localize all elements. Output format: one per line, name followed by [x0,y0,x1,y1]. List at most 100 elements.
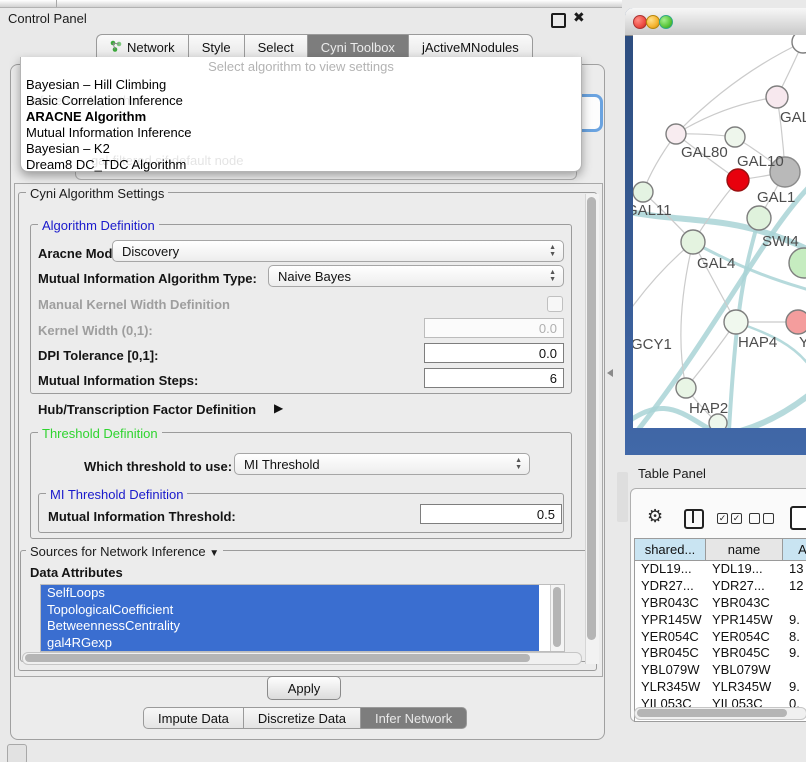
algorithm-option[interactable]: Bayesian – K2 [26,141,574,157]
table-header-row: shared...nameA [635,539,806,561]
deselect-all-columns-icon[interactable] [749,513,774,524]
splitpane-collapse-icon[interactable] [607,369,613,377]
zoom-traffic-light-icon[interactable] [659,15,673,29]
column-layout-icon[interactable] [684,509,704,529]
network-canvas[interactable]: GAL8GAL80GAL10GAL1GAL11SWI4GAL4HAP4YGCY1… [633,35,806,428]
tab-impute-data[interactable]: Impute Data [143,707,243,729]
attribute-item[interactable]: TopologicalCoefficient [41,602,539,619]
attribute-item[interactable]: BetweennessCentrality [41,618,539,635]
network-node-label: GAL80 [681,144,728,161]
mi-threshold-definition-title: MI Threshold Definition [46,487,187,502]
table-row[interactable]: YDL19...YDL19...13 [635,561,806,578]
manual-kernel-width-checkbox[interactable] [547,296,563,312]
table-cell: YPR145W [706,612,783,629]
select-all-columns-icon[interactable]: ✓ ✓ [717,513,742,524]
column-header-shared-[interactable]: shared... [635,539,706,561]
table-row[interactable]: YLR345WYLR345W9. [635,679,806,696]
attributes-vertical-scrollbar[interactable] [550,585,564,651]
algorithm-option[interactable]: Dream8 DC_TDC Algorithm [26,157,574,173]
table-row[interactable]: YER054CYER054C8. [635,629,806,646]
network-node-label: Y [799,334,806,351]
table-row[interactable]: YPR145WYPR145W9. [635,612,806,629]
table-row[interactable]: YBR043CYBR043C [635,595,806,612]
table-mode-icon[interactable] [790,506,806,530]
control-panel-title: Control Panel [8,11,87,26]
splitpane-divider[interactable] [617,472,628,522]
network-edge[interactable] [676,97,777,134]
network-node-label: GCY1 [633,336,672,353]
network-node-label: SWI4 [762,233,799,250]
minimize-traffic-light-icon[interactable] [646,15,660,29]
table-cell: YLR345W [635,679,706,696]
dpi-tolerance-field[interactable]: 0.0 [424,343,564,363]
cyni-bottom-tabbar: Impute DataDiscretize DataInfer Network [143,707,467,729]
network-node[interactable] [792,35,806,53]
network-node[interactable] [747,206,771,230]
network-node[interactable] [725,127,745,147]
table-cell: 9. [783,612,806,629]
collapsed-panel-button[interactable] [7,744,27,762]
data-attributes-list[interactable]: SelfLoopsTopologicalCoefficientBetweenne… [40,584,565,652]
network-node[interactable] [724,310,748,334]
float-window-icon[interactable] [551,13,566,28]
tab-discretize-data[interactable]: Discretize Data [243,707,360,729]
mi-steps-label: Mutual Information Steps: [38,373,198,388]
mi-threshold-field[interactable]: 0.5 [420,504,562,524]
tab-infer-network[interactable]: Infer Network [360,707,467,729]
network-node[interactable] [681,230,705,254]
table-cell: YLR345W [706,679,783,696]
sources-title[interactable]: Sources for Network Inference ▼ [26,544,223,559]
algorithm-dropdown-placeholder: Select algorithm to view settings [21,59,581,74]
table-cell: YBL079W [635,662,706,679]
apply-button[interactable]: Apply [267,676,341,700]
network-node[interactable] [766,86,788,108]
table-row[interactable]: YBR045CYBR045C9. [635,645,806,662]
network-node[interactable] [666,124,686,144]
settings-horizontal-scrollbar[interactable] [22,652,582,665]
table-cell: YDL19... [635,561,706,578]
close-traffic-light-icon[interactable] [633,15,647,29]
aracne-mode-combo[interactable]: Discovery ▲▼ [112,240,564,262]
table-cell: YBR045C [706,645,783,662]
table-horizontal-scrollbar[interactable] [634,707,806,720]
table-row[interactable]: YBL079WYBL079W [635,662,806,679]
network-edge[interactable] [633,242,693,323]
toolbar-separator [56,0,57,7]
network-node-label: GAL11 [633,202,672,219]
table-row[interactable]: YDR27...YDR27...12 [635,578,806,595]
mi-algorithm-type-combo[interactable]: Naive Bayes ▲▼ [268,265,564,287]
algorithm-option[interactable]: Mutual Information Inference [26,125,574,141]
algorithm-option[interactable]: ARACNE Algorithm [26,109,574,125]
scrollbar-thumb[interactable] [587,197,596,640]
algorithm-option[interactable]: Basic Correlation Inference [26,93,574,109]
node-table[interactable]: shared...nameA YDL19...YDL19...13YDR27..… [634,538,806,722]
table-cell: 12 [783,578,806,595]
scrollbar-thumb[interactable] [25,654,530,662]
network-node[interactable] [727,169,749,191]
attribute-item[interactable]: SelfLoops [41,585,539,602]
gear-icon[interactable]: ⚙ [647,506,663,527]
collapse-arrow-icon[interactable]: ▼ [209,548,219,559]
network-node[interactable] [789,248,806,278]
scrollbar-thumb[interactable] [553,587,561,647]
mi-steps-field[interactable]: 6 [424,368,564,388]
stepper-arrows-icon: ▲▼ [549,269,556,283]
column-header-a[interactable]: A [783,539,806,561]
network-node[interactable] [676,378,696,398]
kernel-width-field[interactable]: 0.0 [424,318,564,338]
close-icon[interactable]: ✖ [573,9,585,26]
top-toolbar-edge [0,0,622,8]
scrollbar-thumb[interactable] [637,709,787,717]
table-cell: 13 [783,561,806,578]
expand-arrow-icon[interactable]: ▶ [274,401,283,415]
hub-definition-label[interactable]: Hub/Transcription Factor Definition [38,402,256,417]
which-threshold-combo[interactable]: MI Threshold ▲▼ [234,453,530,475]
network-node-label: GAL1 [757,189,795,206]
network-node[interactable] [786,310,806,334]
network-node[interactable] [633,182,653,202]
attribute-item[interactable]: gal4RGexp [41,635,539,652]
column-header-name[interactable]: name [706,539,783,561]
network-edge[interactable] [733,395,806,428]
tab-label: Select [258,40,294,55]
algorithm-option[interactable]: Bayesian – Hill Climbing [26,77,574,93]
